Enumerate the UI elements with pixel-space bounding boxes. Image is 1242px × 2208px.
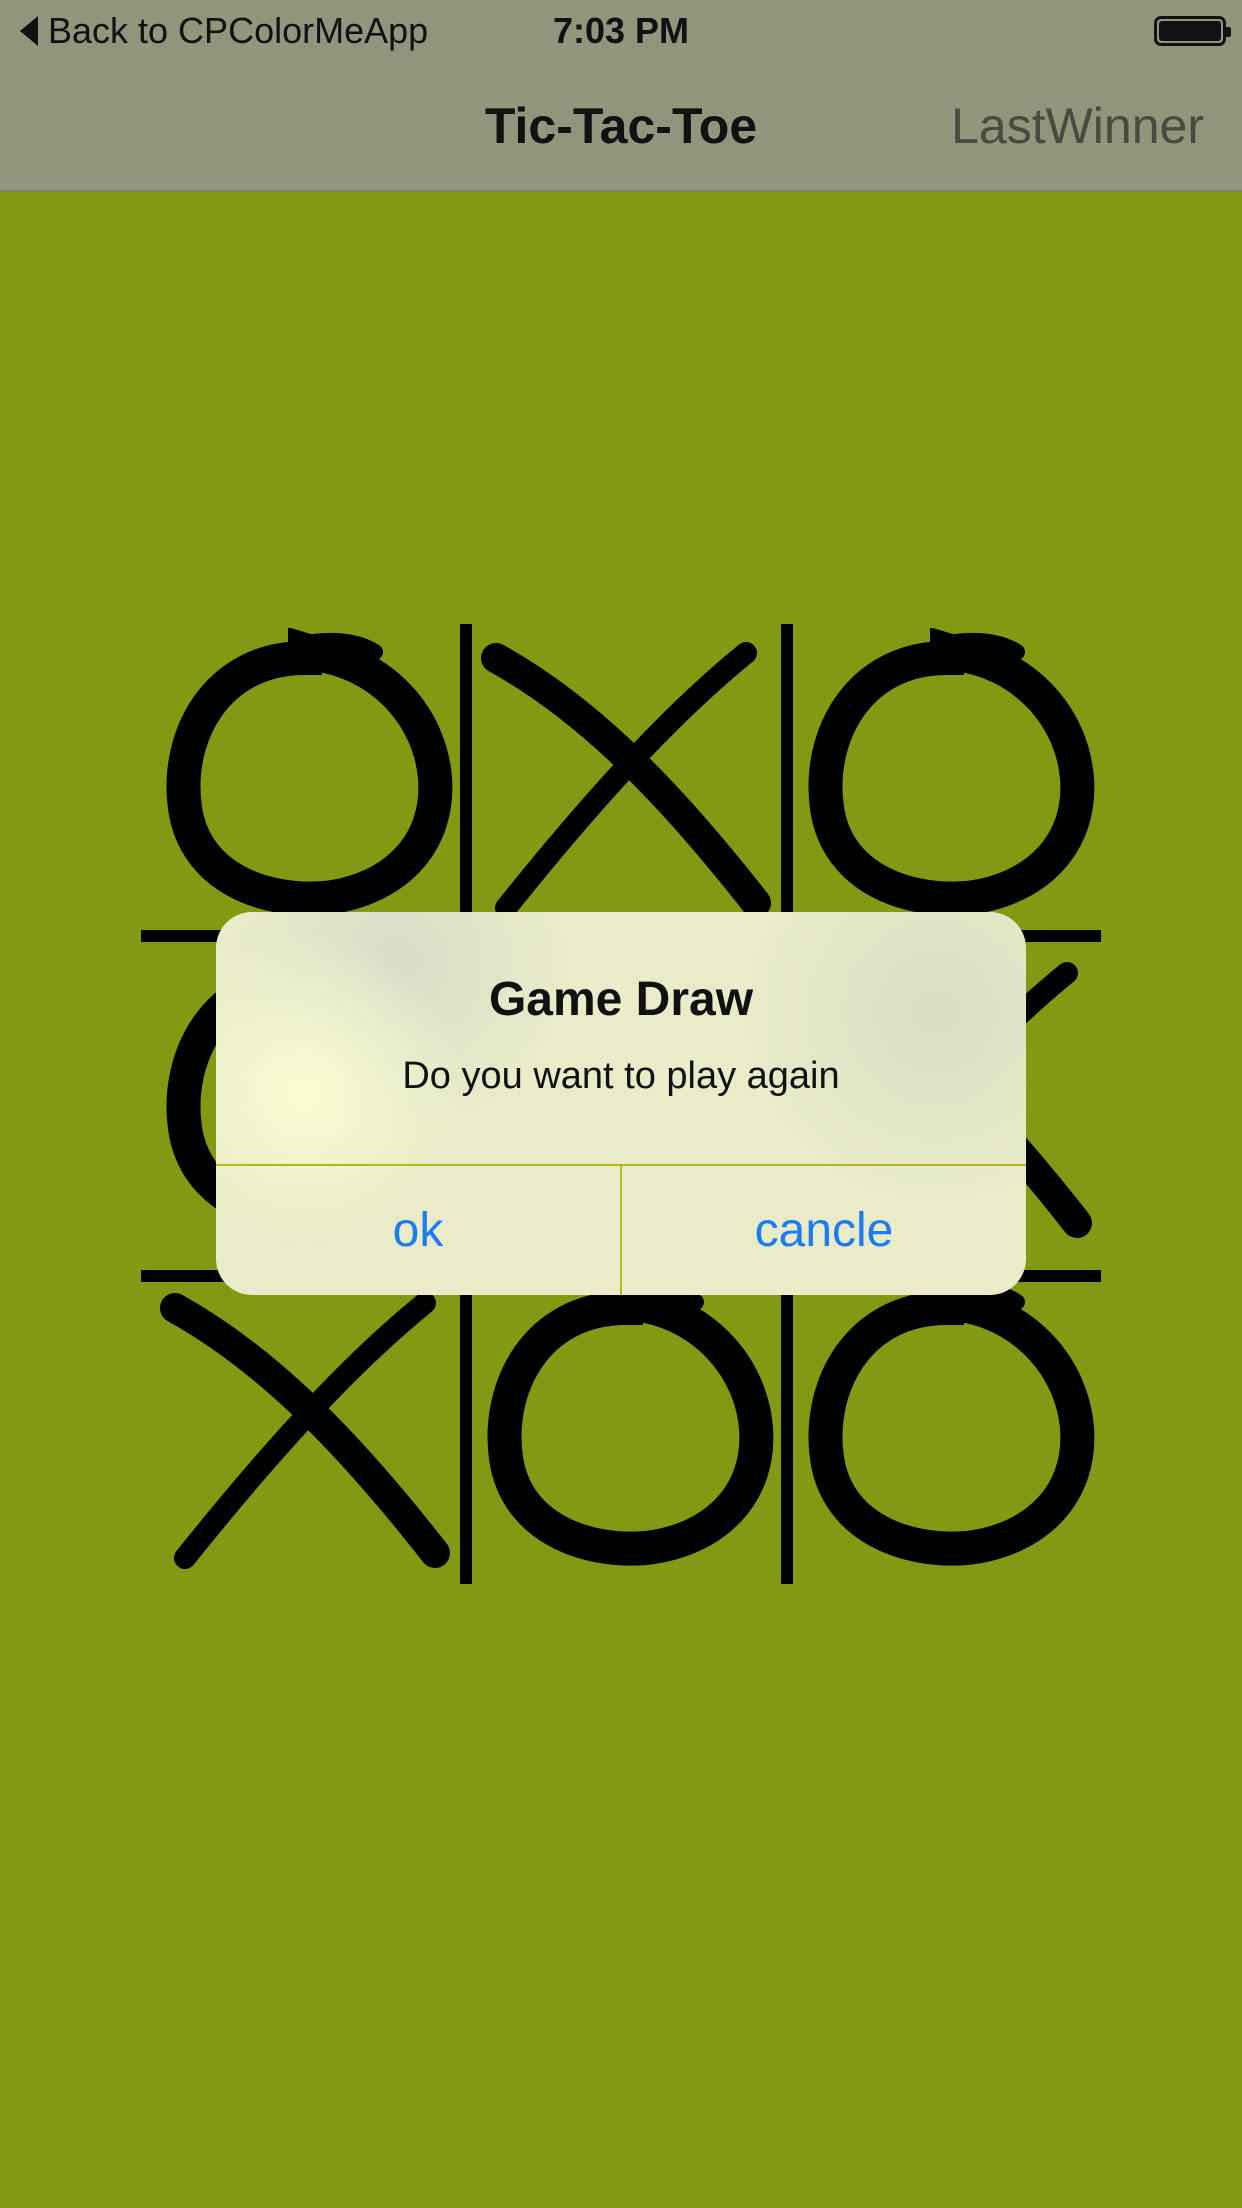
screen: Back to CPColorMeApp 7:03 PM Tic-Tac-Toe…	[0, 0, 1242, 2208]
alert-message: Do you want to play again	[402, 1055, 840, 1097]
ok-button[interactable]: ok	[216, 1166, 620, 1295]
alert-button-row: ok cancle	[216, 1166, 1026, 1295]
alert-dialog: Game Draw Do you want to play again ok c…	[216, 912, 1026, 1295]
cancel-button[interactable]: cancle	[622, 1166, 1026, 1295]
alert-title: Game Draw	[488, 973, 754, 1026]
